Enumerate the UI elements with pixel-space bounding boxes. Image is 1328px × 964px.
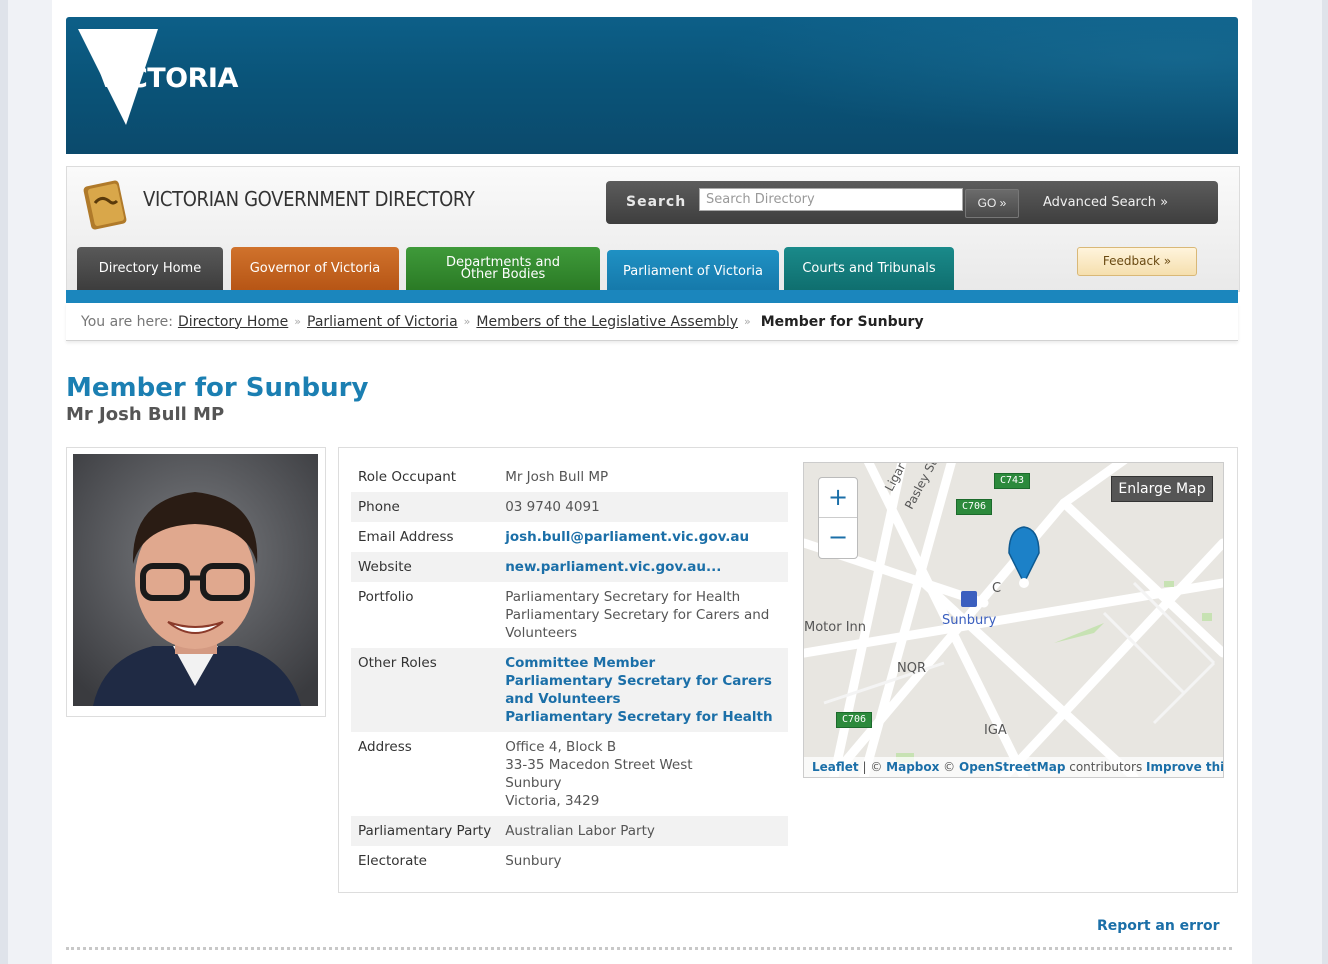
member-details-panel: Role Occupant Mr Josh Bull MP Phone 03 9…: [338, 447, 1238, 893]
directory-book-icon: [81, 177, 129, 233]
attribution-sep: | ©: [858, 760, 887, 774]
map-label-nqr: NQR: [897, 661, 926, 676]
table-row: Portfolio Parliamentary Secretary for He…: [351, 582, 788, 648]
breadcrumb-current: Member for Sunbury: [760, 313, 924, 330]
tab-parliament-of-victoria[interactable]: Parliament of Victoria: [607, 250, 779, 294]
breadcrumb-separator: »: [463, 315, 471, 328]
map-attribution: Leaflet | © Mapbox © OpenStreetMap contr…: [804, 757, 1223, 777]
electorate-label: Electorate: [358, 853, 427, 869]
table-row: Address Office 4, Block B 33-35 Macedon …: [351, 732, 788, 816]
table-row: Phone 03 9740 4091: [351, 492, 788, 522]
zoom-in-button[interactable]: +: [819, 478, 857, 518]
search-bar: Search GO » Advanced Search »: [606, 181, 1218, 224]
map-label-iga: IGA: [984, 723, 1007, 738]
tab-governor-of-victoria[interactable]: Governor of Victoria: [231, 247, 399, 291]
website-link[interactable]: new.parliament.vic.gov.au...: [505, 559, 721, 575]
role-link-carers-volunteers[interactable]: Parliamentary Secretary for Carers and V…: [505, 672, 782, 708]
role-link-health[interactable]: Parliamentary Secretary for Health: [505, 708, 782, 726]
leaflet-link[interactable]: Leaflet: [812, 760, 859, 774]
attribution-contributors: contributors: [1065, 760, 1147, 774]
email-label: Email Address: [358, 529, 454, 545]
breadcrumb: You are here: Directory Home » Parliamen…: [66, 303, 1238, 341]
tab-departments-and-other-bodies[interactable]: Departments and Other Bodies: [406, 247, 600, 291]
portfolio-line: Parliamentary Secretary for Health: [505, 589, 741, 605]
search-label: Search: [626, 194, 687, 210]
page-subtitle: Mr Josh Bull MP: [66, 404, 225, 425]
tab-courts-and-tribunals[interactable]: Courts and Tribunals: [784, 247, 954, 291]
table-row: Parliamentary Party Australian Labor Par…: [351, 816, 788, 846]
mapbox-link[interactable]: Mapbox: [886, 760, 939, 774]
road-badge-c706: C706: [836, 712, 872, 728]
table-row: Electorate Sunbury: [351, 846, 788, 876]
page-edge-left: [8, 0, 52, 964]
role-link-committee-member[interactable]: Committee Member: [505, 654, 782, 672]
feedback-button[interactable]: Feedback »: [1077, 247, 1197, 276]
directory-title: VICTORIAN GOVERNMENT DIRECTORY: [143, 187, 475, 211]
road-badge-c743: C743: [994, 473, 1030, 489]
role-occupant-label: Role Occupant: [358, 469, 457, 485]
nav-blue-strip: [66, 290, 1238, 303]
portfolio-line: Parliamentary Secretary for Carers and V…: [505, 607, 770, 641]
table-row: Email Address josh.bull@parliament.vic.g…: [351, 522, 788, 552]
map-label-motor-inn: Motor Inn: [804, 620, 867, 635]
member-photo: [73, 454, 318, 706]
breadcrumb-separator: »: [744, 315, 751, 328]
improve-map-link[interactable]: Improve this map: [1146, 760, 1223, 774]
breadcrumb-prefix: You are here:: [81, 313, 173, 330]
map-roads: [804, 463, 1223, 777]
advanced-search-link[interactable]: Advanced Search »: [1043, 195, 1168, 210]
road-badge-c706: C706: [956, 499, 992, 515]
breadcrumb-directory-home[interactable]: Directory Home: [178, 314, 288, 330]
address-label: Address: [358, 739, 412, 755]
page-edge-right: [1252, 0, 1322, 964]
openstreetmap-link[interactable]: OpenStreetMap: [959, 760, 1065, 774]
table-row: Website new.parliament.vic.gov.au...: [351, 552, 788, 582]
footer-divider: [66, 947, 1232, 950]
search-input[interactable]: [699, 188, 963, 211]
table-row: Role Occupant Mr Josh Bull MP: [351, 462, 788, 492]
portfolio-label: Portfolio: [358, 589, 414, 605]
phone-value: 03 9740 4091: [497, 492, 788, 522]
location-map[interactable]: C Sunbury Motor Inn NQR IGA Pasley St Li…: [803, 462, 1224, 778]
attribution-sep: ©: [939, 760, 959, 774]
email-link[interactable]: josh.bull@parliament.vic.gov.au: [505, 529, 749, 545]
breadcrumb-members-legislative-assembly[interactable]: Members of the Legislative Assembly: [476, 314, 738, 330]
table-row: Other Roles Committee Member Parliamenta…: [351, 648, 788, 732]
tab-directory-home[interactable]: Directory Home: [77, 247, 223, 291]
zoom-out-button[interactable]: −: [819, 518, 857, 557]
website-label: Website: [351, 552, 498, 582]
logo-text: VICTORIA: [98, 63, 238, 94]
map-label-c: C: [992, 581, 1002, 596]
report-error-link[interactable]: Report an error: [1097, 918, 1220, 934]
other-roles-label: Other Roles: [351, 648, 498, 732]
phone-label: Phone: [351, 492, 498, 522]
map-zoom-controls: + −: [818, 477, 858, 559]
victoria-logo[interactable]: VICTORIA: [78, 27, 248, 137]
enlarge-map-button[interactable]: Enlarge Map: [1111, 476, 1213, 502]
tab-departments-line2: Other Bodies: [460, 267, 546, 282]
electorate-value: Sunbury: [505, 853, 562, 869]
page-container: VICTORIA VICTORIAN GOVERNMENT DIRECTORY …: [52, 0, 1252, 964]
map-label-sunbury: Sunbury: [942, 613, 997, 628]
address-line: Victoria, 3429: [505, 793, 600, 809]
address-line: Sunbury: [505, 775, 562, 791]
victoria-banner: VICTORIA: [66, 17, 1238, 154]
member-photo-frame: [66, 447, 326, 717]
member-info-table: Role Occupant Mr Josh Bull MP Phone 03 9…: [351, 462, 788, 876]
directory-header: VICTORIAN GOVERNMENT DIRECTORY Search GO…: [66, 166, 1240, 294]
address-line: 33-35 Macedon Street West: [505, 757, 693, 773]
go-button[interactable]: GO »: [965, 189, 1019, 218]
page-title: Member for Sunbury: [66, 373, 369, 403]
breadcrumb-parliament-of-victoria[interactable]: Parliament of Victoria: [307, 314, 458, 330]
party-label: Parliamentary Party: [351, 816, 498, 846]
role-occupant-value: Mr Josh Bull MP: [505, 469, 609, 485]
breadcrumb-separator: »: [294, 315, 301, 328]
party-value: Australian Labor Party: [497, 816, 788, 846]
address-line: Office 4, Block B: [505, 739, 617, 755]
